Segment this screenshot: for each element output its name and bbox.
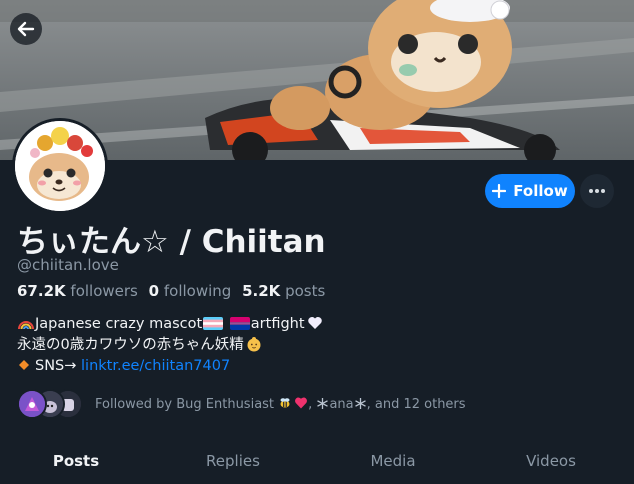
follow-button[interactable]: Follow bbox=[485, 174, 575, 208]
plus-icon bbox=[492, 184, 507, 198]
bio-line-2-text: 永遠の0歳カワウソの赤ちゃん妖精 bbox=[17, 337, 244, 353]
followers-count: 67.2K bbox=[17, 282, 66, 300]
bio-line-3: SNS→ linktr.ee/chiitan7407 bbox=[17, 356, 323, 377]
rainbow-icon bbox=[18, 321, 34, 330]
posts-stat: 5.2K posts bbox=[242, 282, 325, 300]
bee-icon bbox=[280, 398, 290, 408]
tab-replies[interactable]: Replies bbox=[190, 438, 276, 479]
profile-tabs: Posts Replies Media Videos bbox=[0, 438, 634, 479]
snowflake-icon bbox=[354, 398, 366, 409]
more-options-button[interactable] bbox=[580, 174, 614, 208]
following-stat[interactable]: 0 following bbox=[149, 282, 232, 300]
profile-bio: Japanese crazy mascot artfight 永遠の0歳カワウソ… bbox=[17, 314, 323, 377]
bisexual-flag-icon bbox=[229, 317, 250, 330]
bio-line-1-text: Japanese crazy mascot bbox=[35, 316, 203, 332]
baby-face-icon bbox=[247, 337, 261, 352]
following-count: 0 bbox=[148, 282, 160, 300]
profile-handle: @chiitan.love bbox=[17, 256, 119, 274]
bio-line-1: Japanese crazy mascot artfight bbox=[17, 314, 323, 335]
bio-line-2: 永遠の0歳カワウソの赤ちゃん妖精 bbox=[17, 335, 323, 356]
arrow-left-icon bbox=[17, 21, 35, 37]
transgender-flag-icon bbox=[203, 317, 224, 330]
posts-label: posts bbox=[285, 282, 326, 300]
avatar-image bbox=[15, 121, 105, 211]
tab-videos[interactable]: Videos bbox=[510, 438, 592, 479]
snowflake-icon bbox=[317, 398, 329, 409]
followed-by-row[interactable]: Followed by Bug Enthusiast , ana , and 1… bbox=[17, 389, 466, 419]
follower-avatar-image bbox=[19, 391, 45, 417]
profile-avatar[interactable] bbox=[12, 118, 108, 214]
follower-avatar bbox=[17, 389, 47, 419]
white-heart-icon bbox=[307, 317, 322, 329]
tab-media[interactable]: Media bbox=[353, 438, 433, 479]
bio-sns-prefix: SNS→ bbox=[35, 358, 82, 374]
back-button[interactable] bbox=[10, 13, 42, 45]
ellipsis-icon bbox=[589, 189, 605, 193]
followed-by-prefix: Followed by Bug Enthusiast bbox=[95, 397, 275, 412]
bio-link[interactable]: linktr.ee/chiitan7407 bbox=[81, 358, 230, 374]
pink-heart-icon bbox=[295, 397, 308, 409]
profile-stats: 67.2K followers 0 following 5.2K posts bbox=[17, 282, 331, 300]
following-label: following bbox=[163, 282, 232, 300]
bio-line-1-artfight: artfight bbox=[250, 316, 305, 332]
display-name: ちぃたん☆ / Chiitan bbox=[17, 224, 326, 260]
followed-by-name-2: ana bbox=[329, 397, 354, 412]
followed-by-suffix: , and 12 others bbox=[366, 397, 466, 412]
followers-stat[interactable]: 67.2K followers bbox=[17, 282, 138, 300]
posts-count: 5.2K bbox=[242, 282, 281, 300]
followed-by-text: Followed by Bug Enthusiast , ana , and 1… bbox=[95, 397, 466, 412]
followers-label: followers bbox=[70, 282, 138, 300]
follow-button-label: Follow bbox=[513, 182, 568, 200]
tab-posts[interactable]: Posts bbox=[35, 438, 117, 479]
orange-diamond-icon bbox=[19, 360, 29, 370]
